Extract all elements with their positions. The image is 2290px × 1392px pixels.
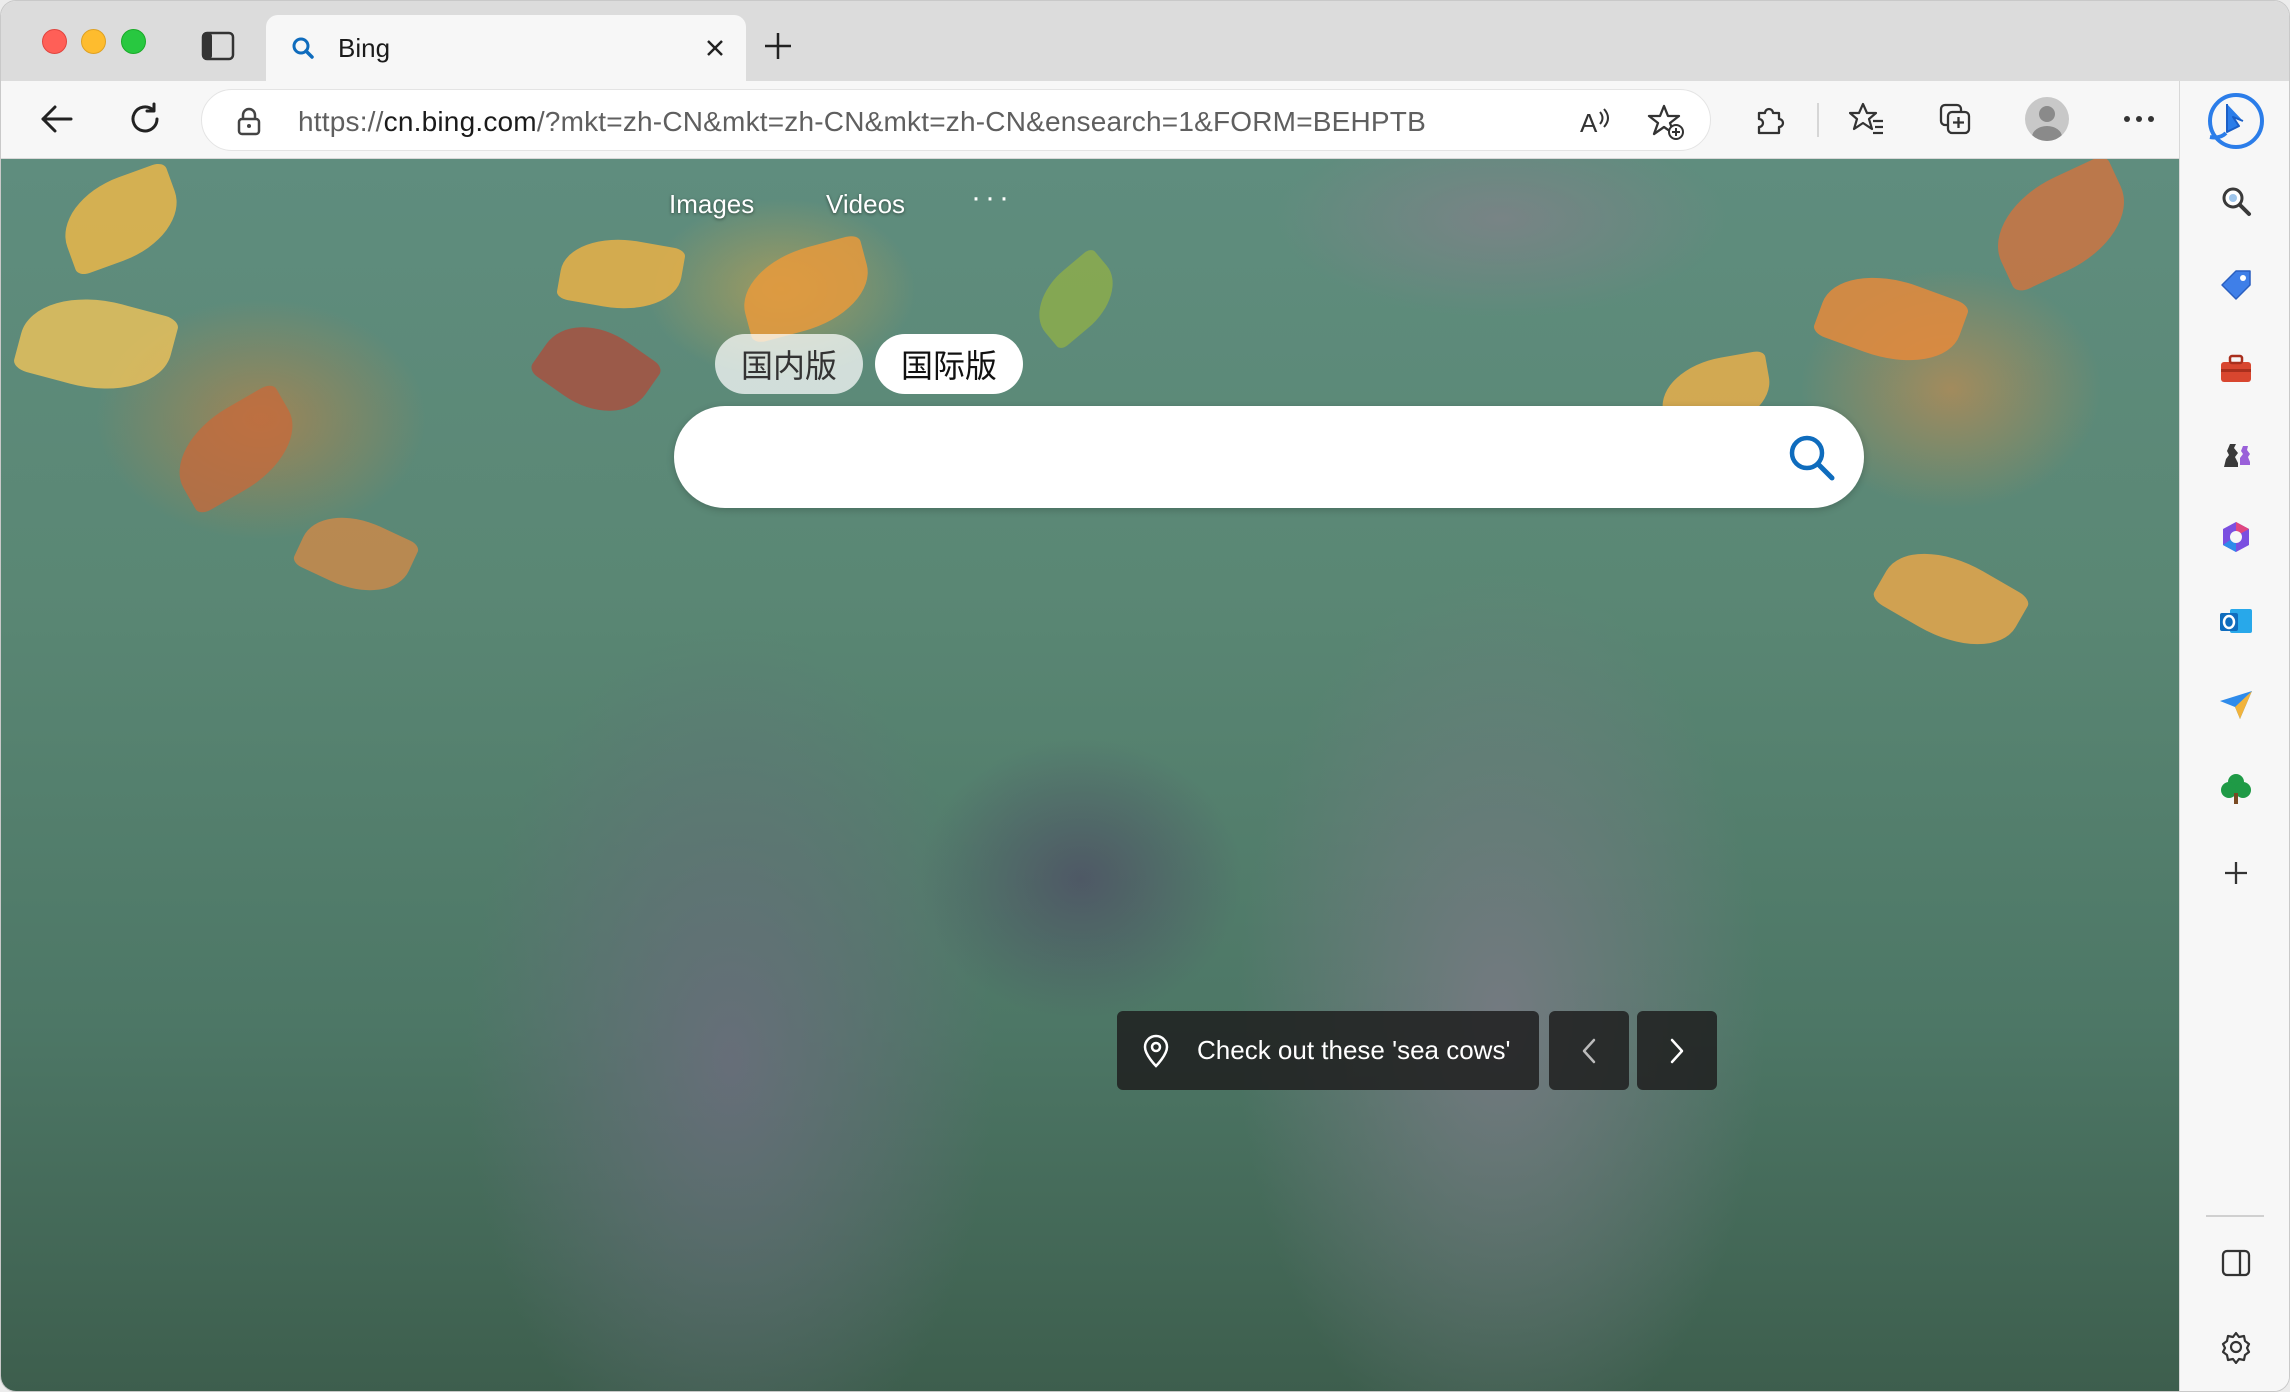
leaf-decoration	[291, 499, 421, 609]
leaf-decoration	[11, 281, 181, 407]
send-icon[interactable]	[2214, 683, 2258, 727]
bing-chat-icon[interactable]	[2206, 91, 2266, 151]
tab-actions-icon[interactable]	[201, 31, 235, 61]
chevron-left-icon	[1582, 1038, 1596, 1063]
url-scheme: https://	[298, 106, 384, 137]
profile-avatar[interactable]	[2025, 97, 2069, 141]
new-tab-button[interactable]	[761, 29, 795, 63]
chess-icon[interactable]	[2214, 431, 2258, 475]
tab-bing[interactable]: Bing	[266, 15, 746, 81]
leaf-decoration	[732, 233, 880, 345]
search-icon[interactable]	[2214, 179, 2258, 223]
image-caption-button[interactable]: Check out these 'sea cows'	[1117, 1011, 1539, 1090]
location-pin-icon	[1141, 1033, 1171, 1069]
leaf-decoration	[50, 160, 192, 278]
edge-sidebar	[2179, 81, 2289, 1391]
more-options-icon[interactable]	[2119, 99, 2159, 139]
leaf-decoration	[1022, 247, 1130, 351]
search-input[interactable]	[714, 430, 1734, 484]
sidebar-toggle-icon[interactable]	[2214, 1241, 2258, 1285]
chevron-right-icon	[1670, 1038, 1684, 1063]
leaf-decoration	[1870, 529, 2032, 669]
leaf-decoration	[528, 304, 664, 434]
lock-icon[interactable]	[236, 106, 262, 136]
toolbar-divider	[1817, 103, 1819, 137]
tag-icon[interactable]	[2214, 263, 2258, 307]
next-image-button[interactable]	[1637, 1011, 1717, 1090]
add-icon[interactable]	[2214, 851, 2258, 895]
settings-icon[interactable]	[2214, 1325, 2258, 1369]
tab-title: Bing	[338, 33, 391, 63]
nav-more-button[interactable]: ···	[971, 181, 1013, 215]
search-icon[interactable]	[1784, 430, 1840, 486]
tree-icon[interactable]	[2214, 767, 2258, 811]
address-bar[interactable]: https://cn.bing.com/?mkt=zh-CN&mkt=zh-CN…	[201, 89, 1711, 151]
toolbar: https://cn.bing.com/?mkt=zh-CN&mkt=zh-CN…	[1, 81, 2289, 159]
add-favorite-icon[interactable]	[1646, 102, 1686, 142]
svg-text:A: A	[1580, 108, 1598, 138]
leaf-decoration	[555, 229, 687, 319]
close-icon[interactable]	[702, 35, 728, 61]
search-box	[674, 406, 1864, 508]
close-window-button[interactable]	[42, 29, 67, 54]
minimize-window-button[interactable]	[81, 29, 106, 54]
market-domestic-toggle[interactable]: 国内版	[715, 334, 864, 394]
favorites-icon[interactable]	[1847, 99, 1887, 139]
toolbox-icon[interactable]	[2214, 347, 2258, 391]
url-text[interactable]: https://cn.bing.com/?mkt=zh-CN&mkt=zh-CN…	[298, 106, 1426, 138]
sidebar-divider	[2206, 1215, 2264, 1217]
caption-text: Check out these 'sea cows'	[1197, 1035, 1511, 1065]
read-aloud-icon[interactable]: A	[1576, 102, 1616, 142]
extensions-icon[interactable]	[1749, 99, 1789, 139]
leaf-decoration	[1811, 257, 1971, 381]
tab-strip: Bing	[1, 1, 2289, 81]
url-domain: cn.bing.com	[383, 106, 537, 137]
refresh-icon[interactable]	[125, 99, 165, 139]
browser-window: Bing https://cn.bing.com/?mkt=zh-CN&mkt=…	[0, 0, 2290, 1392]
search-icon	[290, 35, 316, 61]
bing-homepage: Images Videos ··· 国内版 国际版 Check out thes…	[1, 159, 2179, 1391]
previous-image-button[interactable]	[1549, 1011, 1629, 1090]
url-path: /?mkt=zh-CN&mkt=zh-CN&mkt=zh-CN&ensearch…	[536, 106, 1426, 137]
office-icon[interactable]	[2214, 515, 2258, 559]
maximize-window-button[interactable]	[121, 29, 146, 54]
nav-images-link[interactable]: Images	[669, 189, 754, 220]
leaf-decoration	[1978, 159, 2144, 295]
back-icon[interactable]	[37, 99, 77, 139]
outlook-icon[interactable]	[2214, 599, 2258, 643]
leaf-decoration	[159, 381, 313, 517]
nav-videos-link[interactable]: Videos	[826, 189, 905, 220]
market-international-toggle[interactable]: 国际版	[875, 334, 1024, 394]
collections-icon[interactable]	[1935, 99, 1975, 139]
